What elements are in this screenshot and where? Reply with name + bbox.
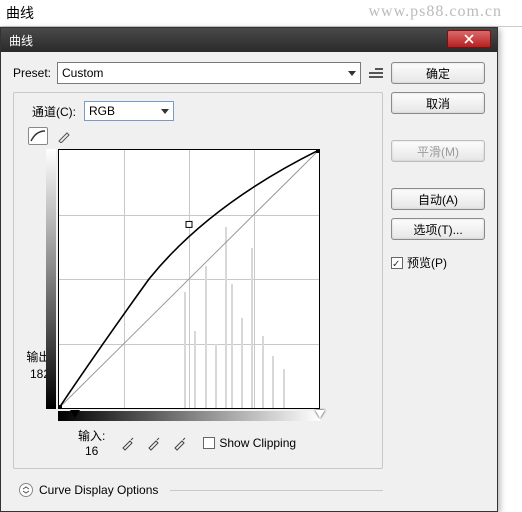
white-eyedropper[interactable]	[171, 434, 189, 452]
display-options-label: Curve Display Options	[39, 483, 158, 497]
watermark: www.ps88.com.cn	[369, 3, 503, 21]
smooth-button: 平滑(M)	[391, 140, 485, 162]
titlebar[interactable]: 曲线	[1, 28, 497, 52]
close-button[interactable]	[447, 30, 491, 48]
output-gradient	[46, 149, 56, 409]
input-value: 16	[78, 444, 105, 458]
white-point-slider[interactable]	[315, 410, 325, 418]
preset-label: Preset:	[13, 66, 51, 80]
curve-tool[interactable]	[28, 127, 48, 145]
eyedropper-icon	[120, 435, 136, 451]
curve-grid[interactable]	[58, 149, 320, 409]
eyedropper-icon	[146, 435, 162, 451]
input-label: 输入:	[78, 427, 105, 444]
eyedropper-icon	[172, 435, 188, 451]
divider	[170, 490, 383, 491]
show-clipping-label: Show Clipping	[219, 436, 296, 450]
preset-value: Custom	[62, 66, 103, 80]
preview-label: 预览(P)	[407, 254, 447, 271]
show-clipping-checkbox[interactable]	[203, 437, 215, 449]
expand-button[interactable]	[19, 483, 33, 497]
cancel-button[interactable]: 取消	[391, 92, 485, 114]
chevron-down-icon	[161, 109, 169, 114]
curves-dialog: 曲线 Preset: Custom 通道(C): RGB	[0, 27, 498, 512]
channel-select[interactable]: RGB	[84, 101, 174, 121]
preview-checkbox[interactable]	[391, 257, 403, 269]
curve-plot	[59, 150, 319, 408]
preset-menu-icon[interactable]	[367, 68, 383, 78]
curve-icon	[30, 129, 46, 143]
pencil-tool[interactable]	[54, 127, 74, 145]
black-eyedropper[interactable]	[119, 434, 137, 452]
pencil-icon	[57, 129, 71, 143]
close-icon	[464, 34, 474, 44]
auto-button[interactable]: 自动(A)	[391, 188, 485, 210]
ok-button[interactable]: 确定	[391, 62, 485, 84]
black-point-slider[interactable]	[70, 410, 80, 418]
preset-select[interactable]: Custom	[57, 62, 361, 84]
input-gradient	[58, 411, 320, 421]
options-button[interactable]: 选项(T)...	[391, 218, 485, 240]
channel-panel: 通道(C): RGB 输出:	[13, 92, 383, 469]
gray-eyedropper[interactable]	[145, 434, 163, 452]
dialog-title: 曲线	[5, 32, 33, 49]
chevron-expand-icon	[22, 486, 30, 494]
channel-label: 通道(C):	[32, 103, 76, 120]
chevron-down-icon	[348, 71, 356, 76]
channel-value: RGB	[89, 104, 115, 118]
